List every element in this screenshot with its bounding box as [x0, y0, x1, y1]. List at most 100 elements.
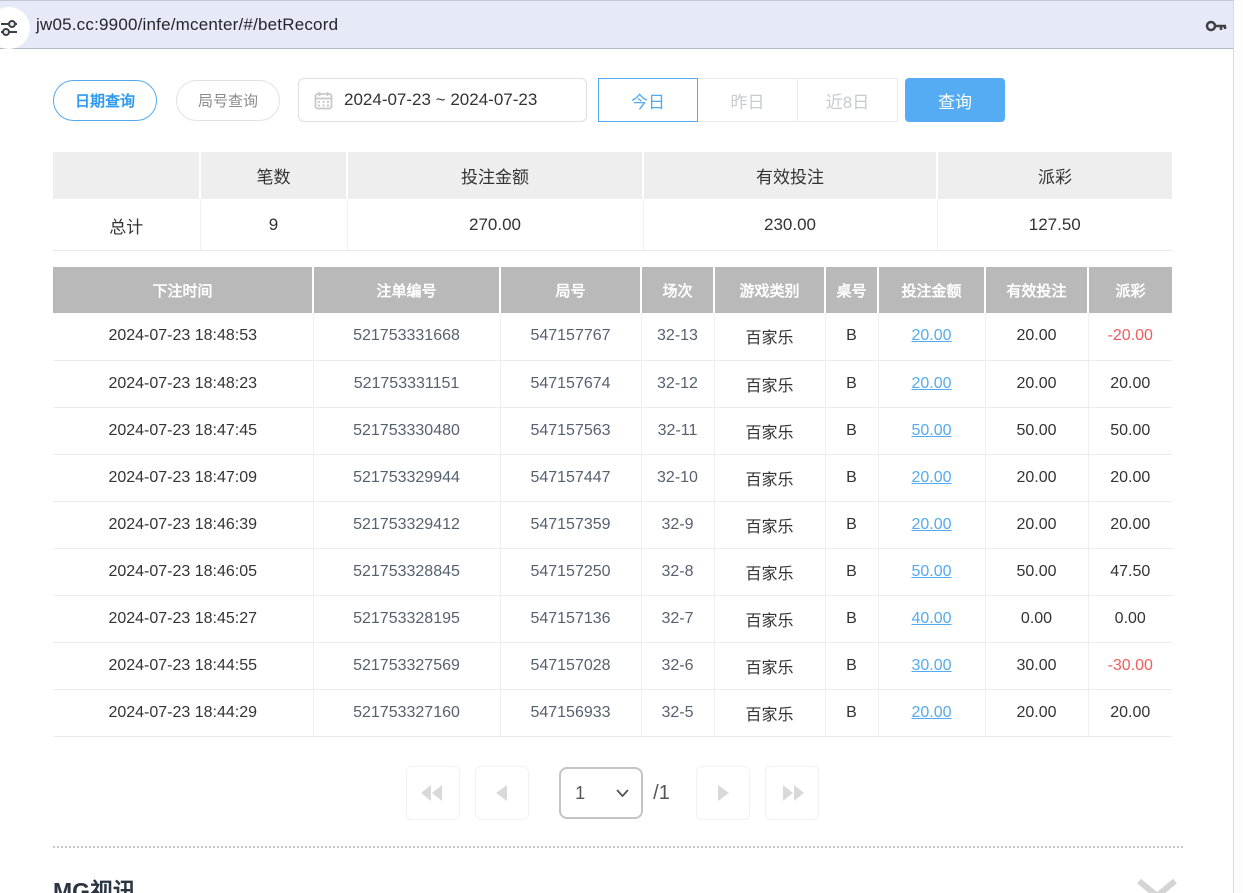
- game-type-cell: 百家乐: [714, 360, 825, 407]
- bet-amount-cell: 20.00: [878, 313, 985, 360]
- valid-bet-cell: 50.00: [985, 407, 1088, 454]
- session-cell: 32-7: [641, 595, 714, 642]
- summary-col-count: 笔数: [200, 152, 347, 200]
- bets-header-row: 下注时间 注单编号 局号 场次 游戏类别 桌号 投注金额 有效投注 派彩: [53, 267, 1172, 313]
- round-number-cell: 547157250: [500, 548, 641, 595]
- table-row: 2024-07-23 18:46:39 521753329412 5471573…: [53, 501, 1172, 548]
- round-number-cell: 547157563: [500, 407, 641, 454]
- col-header-session: 场次: [641, 267, 714, 313]
- payout-cell: 20.00: [1088, 501, 1172, 548]
- chevron-right-icon: [717, 785, 729, 801]
- round-number-cell: 547157767: [500, 313, 641, 360]
- payout-cell: 0.00: [1088, 595, 1172, 642]
- col-header-round-number: 局号: [500, 267, 641, 313]
- order-number-cell: 521753328845: [313, 548, 500, 595]
- last-8-days-button[interactable]: 近8日: [798, 78, 898, 122]
- bet-amount-link[interactable]: 50.00: [911, 563, 951, 580]
- bet-amount-link[interactable]: 30.00: [911, 657, 951, 674]
- session-cell: 32-10: [641, 454, 714, 501]
- page-select-value: 1: [575, 783, 616, 804]
- col-header-payout: 派彩: [1088, 267, 1172, 313]
- summary-header-row: 笔数 投注金额 有效投注 派彩: [53, 152, 1172, 200]
- table-row: 2024-07-23 18:46:05 521753328845 5471572…: [53, 548, 1172, 595]
- round-number-cell: 547157674: [500, 360, 641, 407]
- bet-time-cell: 2024-07-23 18:48:23: [53, 360, 313, 407]
- first-page-button[interactable]: [406, 766, 460, 820]
- url-text[interactable]: jw05.cc:9900/infe/mcenter/#/betRecord: [36, 15, 338, 35]
- bet-time-cell: 2024-07-23 18:48:53: [53, 313, 313, 360]
- col-header-table-number: 桌号: [825, 267, 878, 313]
- scrollbar[interactable]: [1233, 0, 1243, 893]
- site-settings-icon[interactable]: [0, 7, 30, 49]
- bet-amount-cell: 20.00: [878, 689, 985, 736]
- session-cell: 32-13: [641, 313, 714, 360]
- round-number-cell: 547157028: [500, 642, 641, 689]
- table-row: 2024-07-23 18:47:09 521753329944 5471574…: [53, 454, 1172, 501]
- last-page-button[interactable]: [765, 766, 819, 820]
- key-icon[interactable]: [1204, 14, 1228, 43]
- bet-amount-cell: 20.00: [878, 360, 985, 407]
- bet-amount-cell: 30.00: [878, 642, 985, 689]
- table-row: 2024-07-23 18:48:53 521753331668 5471577…: [53, 313, 1172, 360]
- round-number-cell: 547157359: [500, 501, 641, 548]
- col-header-game-type: 游戏类别: [714, 267, 825, 313]
- date-range-picker[interactable]: 2024-07-23 ~ 2024-07-23: [298, 78, 587, 122]
- bet-amount-link[interactable]: 50.00: [911, 422, 951, 439]
- bet-amount-link[interactable]: 40.00: [911, 610, 951, 627]
- round-number-cell: 547156933: [500, 689, 641, 736]
- page-total-label: /1: [653, 782, 670, 805]
- table-number-cell: B: [825, 689, 878, 736]
- payout-cell: -30.00: [1088, 642, 1172, 689]
- bet-amount-link[interactable]: 20.00: [911, 516, 951, 533]
- page-select[interactable]: 1: [559, 767, 643, 819]
- order-number-cell: 521753330480: [313, 407, 500, 454]
- payout-cell: 20.00: [1088, 689, 1172, 736]
- payout-cell: 20.00: [1088, 454, 1172, 501]
- payout-cell: 50.00: [1088, 407, 1172, 454]
- round-number-cell: 547157136: [500, 595, 641, 642]
- chevron-down-icon: [616, 789, 629, 797]
- bet-amount-link[interactable]: 20.00: [911, 327, 951, 344]
- valid-bet-cell: 20.00: [985, 689, 1088, 736]
- round-number-cell: 547157447: [500, 454, 641, 501]
- table-row: 2024-07-23 18:45:27 521753328195 5471571…: [53, 595, 1172, 642]
- section-divider: [53, 846, 1183, 848]
- table-number-cell: B: [825, 548, 878, 595]
- game-type-cell: 百家乐: [714, 642, 825, 689]
- bet-time-cell: 2024-07-23 18:44:29: [53, 689, 313, 736]
- valid-bet-cell: 20.00: [985, 454, 1088, 501]
- table-number-cell: B: [825, 360, 878, 407]
- table-row: 2024-07-23 18:48:23 521753331151 5471576…: [53, 360, 1172, 407]
- table-number-cell: B: [825, 642, 878, 689]
- search-button[interactable]: 查询: [905, 78, 1005, 122]
- bet-amount-link[interactable]: 20.00: [911, 469, 951, 486]
- summary-total-count: 9: [200, 200, 347, 250]
- date-query-tab[interactable]: 日期查询: [53, 80, 157, 121]
- round-query-tab[interactable]: 局号查询: [176, 80, 280, 121]
- order-number-cell: 521753328195: [313, 595, 500, 642]
- bet-time-cell: 2024-07-23 18:45:27: [53, 595, 313, 642]
- browser-address-bar[interactable]: jw05.cc:9900/infe/mcenter/#/betRecord: [0, 0, 1243, 49]
- table-row: 2024-07-23 18:44:29 521753327160 5471569…: [53, 689, 1172, 736]
- summary-col-bet-amount: 投注金额: [347, 152, 643, 200]
- col-header-order-number: 注单编号: [313, 267, 500, 313]
- bet-amount-link[interactable]: 20.00: [911, 704, 951, 721]
- today-button[interactable]: 今日: [598, 78, 698, 122]
- session-cell: 32-12: [641, 360, 714, 407]
- game-type-cell: 百家乐: [714, 313, 825, 360]
- bet-amount-link[interactable]: 20.00: [911, 375, 951, 392]
- pagination: 1 /1: [53, 766, 1172, 820]
- table-number-cell: B: [825, 407, 878, 454]
- valid-bet-cell: 20.00: [985, 313, 1088, 360]
- prev-page-button[interactable]: [475, 766, 529, 820]
- next-page-button[interactable]: [696, 766, 750, 820]
- order-number-cell: 521753331151: [313, 360, 500, 407]
- summary-col-valid-bet: 有效投注: [643, 152, 937, 200]
- section-collapse-chevron-down-icon[interactable]: [1136, 878, 1178, 893]
- yesterday-button[interactable]: 昨日: [698, 78, 798, 122]
- session-cell: 32-6: [641, 642, 714, 689]
- summary-total-row: 总计 9 270.00 230.00 127.50: [53, 200, 1172, 250]
- game-type-cell: 百家乐: [714, 454, 825, 501]
- bet-time-cell: 2024-07-23 18:47:45: [53, 407, 313, 454]
- bet-amount-cell: 20.00: [878, 501, 985, 548]
